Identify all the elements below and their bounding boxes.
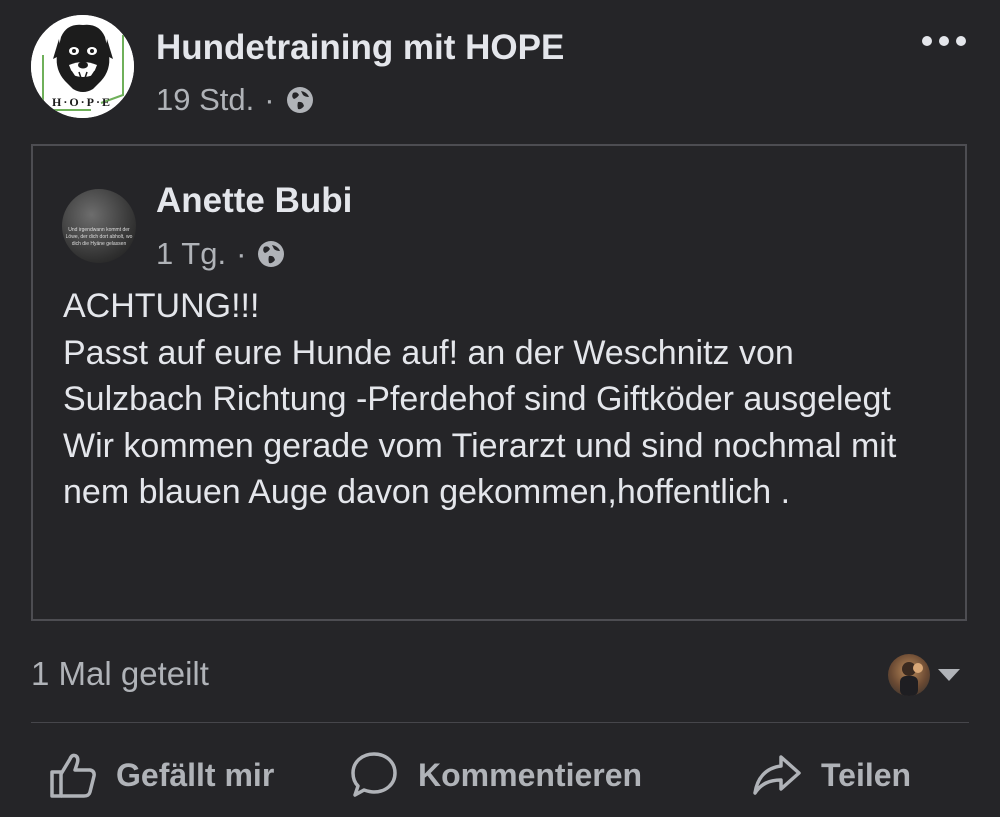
more-options-button[interactable] <box>922 28 966 54</box>
post-time[interactable]: 19 Std. <box>156 82 254 118</box>
page-avatar[interactable]: H·O·P·E <box>31 15 134 118</box>
divider <box>31 722 969 723</box>
shared-post-meta: 1 Tg. · <box>156 236 286 272</box>
post-text: ACHTUNG!!! Passt auf eure Hunde auf! an … <box>63 287 897 511</box>
share-count[interactable]: 1 Mal geteilt <box>31 655 209 693</box>
like-button[interactable]: Gefällt mir <box>48 748 274 802</box>
share-button[interactable]: Teilen <box>751 748 911 802</box>
author-avatar-caption: Und irgendwann kommt der Löwe, der dich … <box>65 227 133 247</box>
sharer-avatars-dropdown[interactable] <box>888 654 960 696</box>
comment-label: Kommentieren <box>418 756 643 793</box>
share-label: Teilen <box>821 756 912 793</box>
more-dots-icon <box>922 36 932 46</box>
globe-icon <box>286 87 313 113</box>
logo-text: H·O·P·E <box>52 95 112 109</box>
chevron-down-icon[interactable] <box>938 669 960 681</box>
shared-post-time[interactable]: 1 Tg. <box>156 236 226 272</box>
post-meta: 19 Std. · <box>156 82 315 118</box>
feed-post: H·O·P·E Hundetraining mit HOPE 19 Std. ·… <box>0 0 1000 817</box>
thumbs-up-icon <box>50 753 96 798</box>
meta-separator: · <box>236 236 247 271</box>
hope-logo-icon: H·O·P·E <box>31 15 134 118</box>
globe-icon <box>258 241 285 267</box>
like-label: Gefällt mir <box>116 756 275 793</box>
shared-post-card[interactable]: Und irgendwann kommt der Löwe, der dich … <box>31 144 967 621</box>
speech-bubble-icon <box>351 752 397 797</box>
sharer-avatar[interactable] <box>888 654 930 696</box>
page-name[interactable]: Hundetraining mit HOPE <box>156 28 564 68</box>
meta-separator: · <box>264 82 275 117</box>
share-arrow-icon <box>753 755 801 795</box>
comment-button[interactable]: Kommentieren <box>348 748 642 802</box>
author-name[interactable]: Anette Bubi <box>156 181 352 221</box>
author-avatar[interactable]: Und irgendwann kommt der Löwe, der dich … <box>62 189 136 263</box>
